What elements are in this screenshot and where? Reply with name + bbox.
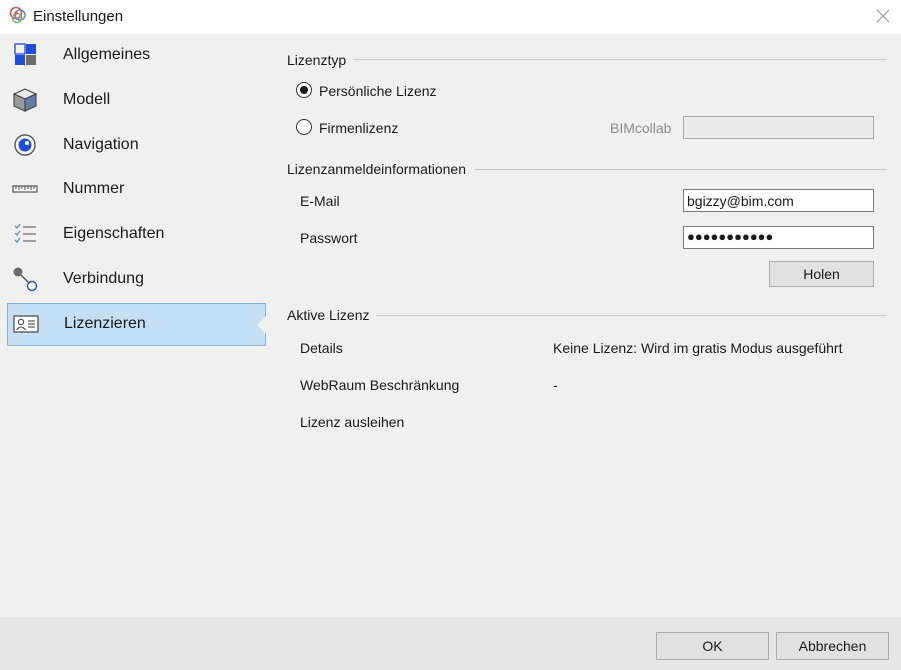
- password-field[interactable]: ●●●●●●●●●●●: [683, 226, 874, 249]
- close-icon[interactable]: [873, 6, 893, 26]
- dialog-footer: OK Abbrechen: [0, 617, 901, 670]
- cube-icon: [12, 88, 38, 112]
- bimcollab-server-input[interactable]: [683, 116, 874, 139]
- window-title: Einstellungen: [33, 8, 124, 25]
- company-license-label[interactable]: Firmenlizenz: [319, 120, 398, 136]
- credentials-heading: Lizenzanmeldeinformationen: [287, 161, 466, 177]
- licensing-panel: Lizenztyp Persönliche Lizenz Firmenlizen…: [271, 34, 901, 617]
- sidebar-item-label: Lizenzieren: [64, 315, 146, 332]
- borrow-license-label: Lizenz ausleihen: [300, 414, 405, 430]
- ok-button[interactable]: OK: [656, 632, 769, 660]
- sidebar-item-model[interactable]: Modell: [7, 79, 266, 122]
- personal-license-radio[interactable]: [296, 82, 312, 98]
- sidebar-item-label: Modell: [63, 91, 111, 108]
- group-divider: [353, 59, 887, 60]
- selection-arrow: [257, 316, 266, 334]
- sidebar-item-label: Navigation: [63, 136, 139, 153]
- sidebar-item-connection[interactable]: Verbindung: [7, 258, 266, 301]
- group-divider: [475, 169, 887, 170]
- email-label: E-Mail: [300, 193, 340, 209]
- id-card-icon: [13, 315, 39, 333]
- group-divider: [376, 315, 887, 316]
- fetch-license-button[interactable]: Holen: [769, 261, 874, 287]
- webroom-limit-label: WebRaum Beschränkung: [300, 377, 460, 393]
- sidebar-item-properties[interactable]: Eigenschaften: [7, 213, 266, 256]
- link-icon: [13, 267, 38, 291]
- sidebar-item-label: Eigenschaften: [63, 225, 165, 242]
- bimcollab-logo-icon: [9, 6, 26, 24]
- email-field[interactable]: [683, 189, 874, 212]
- bimcollab-label: BIMcollab: [610, 120, 672, 136]
- active-license-heading: Aktive Lizenz: [287, 307, 370, 323]
- details-value: Keine Lizenz: Wird im gratis Modus ausge…: [553, 340, 843, 356]
- sidebar-item-licensing[interactable]: Lizenzieren: [7, 303, 266, 346]
- tiles-icon: [14, 43, 36, 65]
- sidebar-item-general[interactable]: Allgemeines: [7, 34, 266, 77]
- cancel-button[interactable]: Abbrechen: [776, 632, 889, 660]
- personal-license-label[interactable]: Persönliche Lizenz: [319, 83, 437, 99]
- webroom-limit-value: -: [553, 377, 558, 393]
- password-label: Passwort: [300, 230, 358, 246]
- ruler-icon: [12, 185, 38, 193]
- sidebar-item-label: Allgemeines: [63, 46, 151, 63]
- sidebar-item-label: Verbindung: [63, 270, 144, 287]
- sidebar-item-label: Nummer: [63, 180, 125, 197]
- settings-sidebar: Allgemeines Modell Navigation Nummer Eig…: [0, 34, 271, 617]
- license-type-heading: Lizenztyp: [287, 52, 347, 68]
- title-bar: Einstellungen: [0, 0, 901, 34]
- company-license-radio[interactable]: [296, 119, 312, 135]
- details-label: Details: [300, 340, 343, 356]
- sidebar-item-navigation[interactable]: Navigation: [7, 124, 266, 167]
- eye-icon: [14, 134, 36, 156]
- checklist-icon: [14, 223, 36, 243]
- sidebar-item-number[interactable]: Nummer: [7, 168, 266, 211]
